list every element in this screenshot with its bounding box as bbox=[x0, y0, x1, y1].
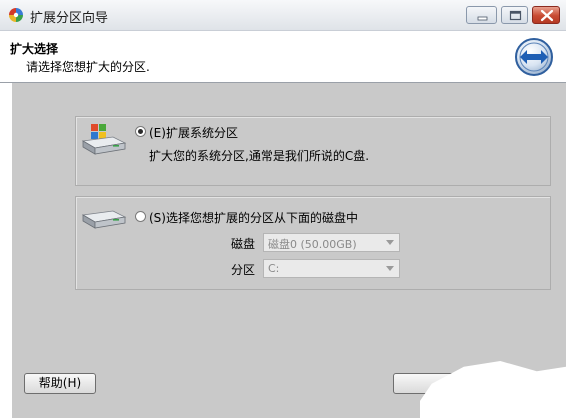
system-disk-icon bbox=[81, 123, 127, 160]
chevron-down-icon bbox=[386, 240, 394, 245]
wizard-header: 扩大选择 请选择您想扩大的分区. bbox=[0, 31, 566, 83]
page-subtitle: 请选择您想扩大的分区. bbox=[26, 60, 150, 74]
disk-field-label: 磁盘 bbox=[231, 237, 256, 251]
extend-partition-wizard-window: 扩展分区向导 扩大选择 请选择您想扩大的分区. (E)扩展系统分区 扩大您的系统… bbox=[0, 0, 566, 418]
close-button[interactable] bbox=[532, 6, 560, 24]
disk-select[interactable]: 磁盘0 (50.00GB) bbox=[263, 233, 400, 252]
partition-wizard-icon bbox=[8, 7, 24, 23]
maximize-icon bbox=[509, 10, 522, 21]
select-partition-group: (S)选择您想扩展的分区从下面的磁盘中 磁盘 磁盘0 (50.00GB) 分区 … bbox=[75, 196, 551, 290]
window-title: 扩展分区向导 bbox=[30, 11, 109, 26]
help-button[interactable]: 帮助(H) bbox=[24, 373, 96, 394]
maximize-button[interactable] bbox=[501, 6, 528, 24]
select-partition-radio[interactable] bbox=[135, 211, 146, 222]
title-bar[interactable]: 扩展分区向导 bbox=[0, 0, 566, 31]
chevron-down-icon bbox=[386, 266, 394, 271]
extend-system-partition-label[interactable]: (E)扩展系统分区 bbox=[149, 124, 238, 141]
page-title: 扩大选择 bbox=[10, 42, 59, 56]
expand-arrows-icon bbox=[514, 37, 554, 77]
extend-system-partition-group: (E)扩展系统分区 扩大您的系统分区,通常是我们所说的C盘. bbox=[75, 116, 551, 186]
extend-system-partition-radio[interactable] bbox=[135, 126, 146, 137]
partition-field-label: 分区 bbox=[231, 263, 256, 277]
close-icon bbox=[540, 9, 554, 22]
minimize-button[interactable] bbox=[466, 6, 497, 24]
disk-icon bbox=[81, 207, 127, 236]
watermark-smear bbox=[420, 361, 566, 418]
partition-select[interactable]: C: bbox=[263, 259, 400, 278]
wizard-footer: 帮助(H) bbox=[12, 361, 566, 418]
extend-system-partition-description: 扩大您的系统分区,通常是我们所说的C盘. bbox=[149, 149, 370, 163]
select-partition-label[interactable]: (S)选择您想扩展的分区从下面的磁盘中 bbox=[149, 209, 358, 226]
minimize-icon bbox=[477, 16, 488, 21]
disk-select-value: 磁盘0 (50.00GB) bbox=[268, 238, 357, 251]
partition-select-value: C: bbox=[268, 262, 280, 275]
wizard-content: (E)扩展系统分区 扩大您的系统分区,通常是我们所说的C盘. (S)选择您想扩展… bbox=[12, 83, 566, 361]
